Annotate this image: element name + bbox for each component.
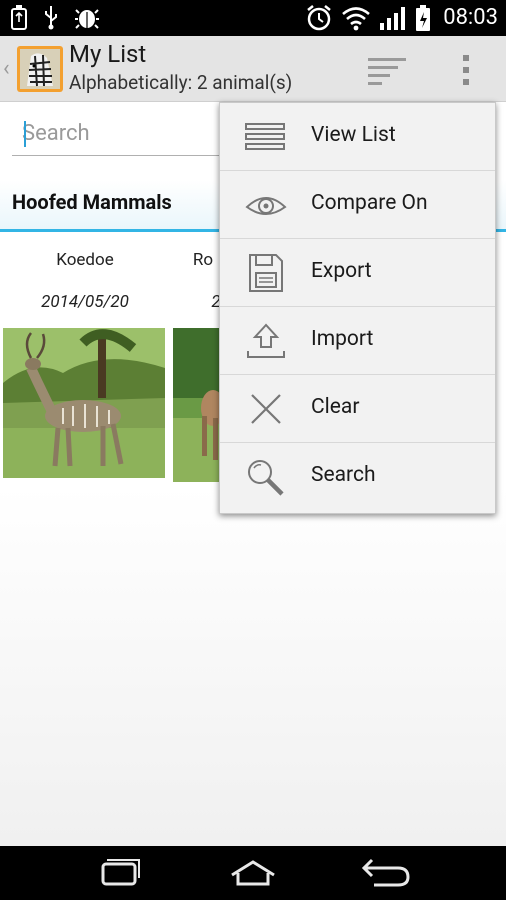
status-right-icons: 08:03 xyxy=(305,3,498,33)
list-icon xyxy=(245,123,285,150)
up-caret-icon[interactable]: ‹ xyxy=(3,56,10,81)
navigation-bar xyxy=(0,846,506,900)
android-debug-icon xyxy=(75,9,99,29)
eye-icon xyxy=(245,197,287,215)
save-icon xyxy=(249,254,283,292)
status-bar: 08:03 xyxy=(0,0,506,36)
menu-item-label: Export xyxy=(311,259,372,283)
close-icon xyxy=(251,394,281,424)
menu-item-export[interactable]: Export xyxy=(220,239,495,307)
sort-icon[interactable] xyxy=(364,54,410,86)
zebra-app-icon[interactable] xyxy=(17,46,63,92)
menu-item-compare-on[interactable]: Compare On xyxy=(220,171,495,239)
status-time: 08:03 xyxy=(443,5,498,30)
roan-photo[interactable] xyxy=(173,328,221,482)
search-icon xyxy=(248,460,284,496)
battery-charging-icon xyxy=(416,5,431,31)
menu-item-label: Import xyxy=(311,327,374,351)
menu-item-label: View List xyxy=(311,123,396,147)
overflow-menu-icon[interactable] xyxy=(456,53,476,87)
menu-item-label: Clear xyxy=(311,395,360,419)
overflow-menu: View List Compare On Export Import Clear xyxy=(219,102,496,514)
alarm-icon xyxy=(307,5,331,31)
page-subtitle: Alphabetically: 2 animal(s) xyxy=(69,71,293,94)
wifi-icon xyxy=(342,7,371,31)
content-background xyxy=(0,486,506,846)
menu-item-label: Compare On xyxy=(311,191,428,215)
menu-item-view-list[interactable]: View List xyxy=(220,103,495,171)
menu-item-clear[interactable]: Clear xyxy=(220,375,495,443)
menu-item-label: Search xyxy=(311,463,376,487)
upload-icon xyxy=(247,323,285,358)
signal-icon xyxy=(380,7,406,30)
usb-storage-icon xyxy=(11,5,27,30)
menu-item-search[interactable]: Search xyxy=(220,443,495,511)
kudu-photo[interactable] xyxy=(3,328,165,478)
section-title: Hoofed Mammals xyxy=(12,190,172,214)
status-left-icons xyxy=(10,4,100,30)
home-icon[interactable] xyxy=(223,856,283,890)
action-bar: ‹ My List Alphabetically: 2 animal(s) xyxy=(0,36,506,102)
page-title: My List xyxy=(69,40,147,68)
back-icon[interactable] xyxy=(356,856,416,890)
usb-icon xyxy=(45,6,57,30)
recent-apps-icon[interactable] xyxy=(90,856,150,890)
text-cursor xyxy=(24,121,26,147)
menu-item-import[interactable]: Import xyxy=(220,307,495,375)
